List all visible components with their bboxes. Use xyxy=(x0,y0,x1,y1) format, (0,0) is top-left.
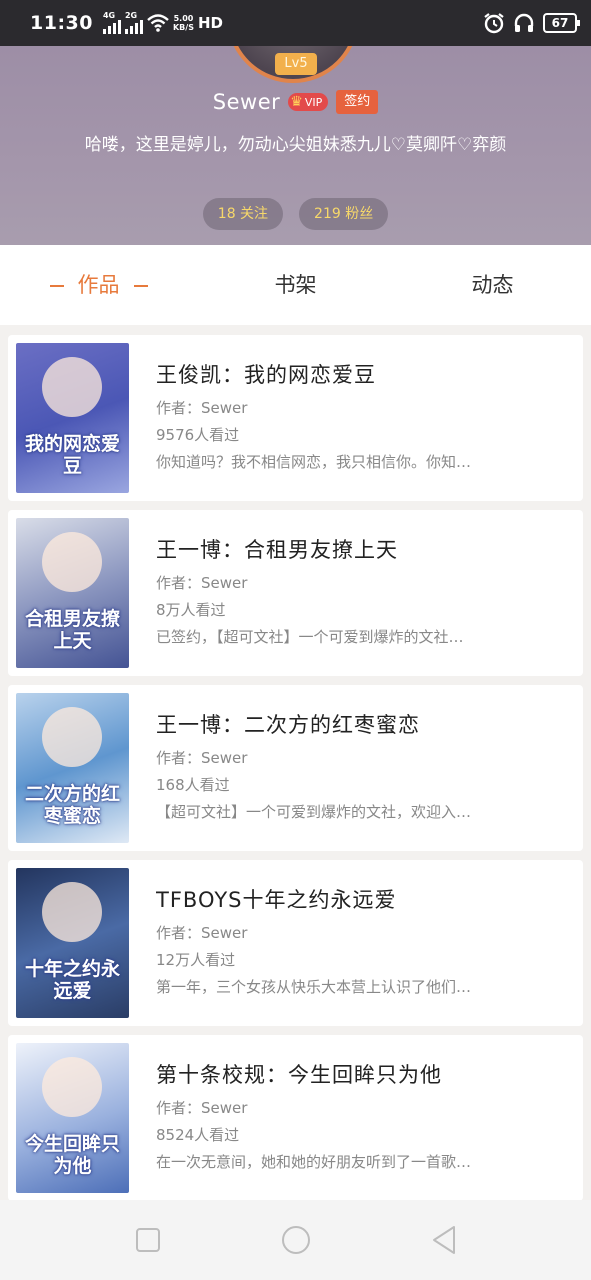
book-author: 作者：Sewer xyxy=(156,749,248,767)
book-views: 8万人看过 xyxy=(156,601,226,619)
profile-header: Lv5 Sewer ♛ VIP 签约 哈喽，这里是婷儿，勿动心尖姐妹悉九儿♡莫卿… xyxy=(0,46,591,245)
tab-works[interactable]: 作品 xyxy=(0,245,197,325)
tab-bookshelf[interactable]: 书架 xyxy=(197,245,394,325)
recent-apps-button[interactable] xyxy=(133,1225,163,1255)
square-icon xyxy=(135,1228,160,1252)
vip-badge[interactable]: ♛ VIP xyxy=(288,93,329,111)
crown-icon: ♛ xyxy=(290,94,303,110)
following-count[interactable]: 18 关注 xyxy=(202,198,284,230)
book-description: 第一年，三个女孩从快乐大本营上认识了他们… xyxy=(156,978,472,996)
book-description: 已签约，【超可文社】一个可爱到爆炸的文社… xyxy=(156,628,464,646)
book-cover: 十年之约永远爱 xyxy=(16,868,129,1018)
signal-2-icon: 2G xyxy=(124,12,143,34)
home-button[interactable] xyxy=(281,1225,311,1255)
book-author: 作者：Sewer xyxy=(156,574,248,592)
book-views: 168人看过 xyxy=(156,776,230,794)
profile-tabs: 作品 书架 动态 xyxy=(0,245,591,325)
book-author: 作者：Sewer xyxy=(156,924,248,942)
level-badge: Lv5 xyxy=(275,53,317,75)
list-item[interactable]: 今生回眸只为他 第十条校规：今生回眸只为他 作者：Sewer 8524人看过 在… xyxy=(8,1035,583,1201)
circle-icon xyxy=(281,1226,310,1254)
book-cover: 合租男友撩上天 xyxy=(16,518,129,668)
list-item[interactable]: 我的网恋爱豆 王俊凯：我的网恋爱豆 作者：Sewer 9576人看过 你知道吗？… xyxy=(8,335,583,501)
signal-1-icon: 4G xyxy=(102,12,121,34)
back-button[interactable] xyxy=(429,1225,459,1255)
book-author: 作者：Sewer xyxy=(156,399,248,417)
wifi-icon xyxy=(147,14,169,32)
user-name: Sewer xyxy=(212,90,281,114)
network-indicators: 4G 2G 5.00 KB/S HD xyxy=(102,12,223,34)
network-speed: 5.00 KB/S xyxy=(172,14,194,32)
book-title: 王一博：二次方的红枣蜜恋 xyxy=(156,713,420,737)
book-description: 在一次无意间，她和她的好朋友听到了一首歌… xyxy=(156,1153,472,1171)
book-title: TFBOYS十年之约永远爱 xyxy=(156,888,397,912)
works-list: 我的网恋爱豆 王俊凯：我的网恋爱豆 作者：Sewer 9576人看过 你知道吗？… xyxy=(8,335,583,1210)
book-views: 9576人看过 xyxy=(156,426,240,444)
book-description: 【超可文社】一个可爱到爆炸的文社，欢迎入… xyxy=(156,803,472,821)
book-title: 王一博：合租男友撩上天 xyxy=(156,538,398,562)
book-cover: 我的网恋爱豆 xyxy=(16,343,129,493)
battery-indicator: 67 xyxy=(543,13,580,33)
triangle-back-icon xyxy=(432,1226,455,1254)
stats-row: 18 关注 219 粉丝 xyxy=(0,198,591,230)
user-bio: 哈喽，这里是婷儿，勿动心尖姐妹悉九儿♡莫卿阡♡弈颜 xyxy=(84,135,507,155)
followers-count[interactable]: 219 粉丝 xyxy=(299,198,389,230)
name-row: Sewer ♛ VIP 签约 xyxy=(0,90,591,114)
list-item[interactable]: 十年之约永远爱 TFBOYS十年之约永远爱 作者：Sewer 12万人看过 第一… xyxy=(8,860,583,1026)
tab-updates[interactable]: 动态 xyxy=(394,245,591,325)
headphones-icon xyxy=(514,13,534,32)
list-item[interactable]: 二次方的红枣蜜恋 王一博：二次方的红枣蜜恋 作者：Sewer 168人看过 【超… xyxy=(8,685,583,851)
book-title: 第十条校规：今生回眸只为他 xyxy=(156,1063,442,1087)
status-bar: 11:30 4G 2G 5.00 KB/S HD 67 xyxy=(0,0,591,46)
status-time: 11:30 xyxy=(30,12,93,34)
book-description: 你知道吗？我不相信网恋，我只相信你。你知… xyxy=(156,453,472,471)
book-views: 8524人看过 xyxy=(156,1126,240,1144)
system-nav-bar xyxy=(0,1200,591,1280)
book-author: 作者：Sewer xyxy=(156,1099,248,1117)
list-item[interactable]: 合租男友撩上天 王一博：合租男友撩上天 作者：Sewer 8万人看过 已签约，【… xyxy=(8,510,583,676)
alarm-icon xyxy=(484,13,504,34)
signed-badge: 签约 xyxy=(336,90,379,114)
hd-indicator: HD xyxy=(197,14,223,32)
book-views: 12万人看过 xyxy=(156,951,236,969)
book-cover: 二次方的红枣蜜恋 xyxy=(16,693,129,843)
book-cover: 今生回眸只为他 xyxy=(16,1043,129,1193)
book-title: 王俊凯：我的网恋爱豆 xyxy=(156,363,376,387)
